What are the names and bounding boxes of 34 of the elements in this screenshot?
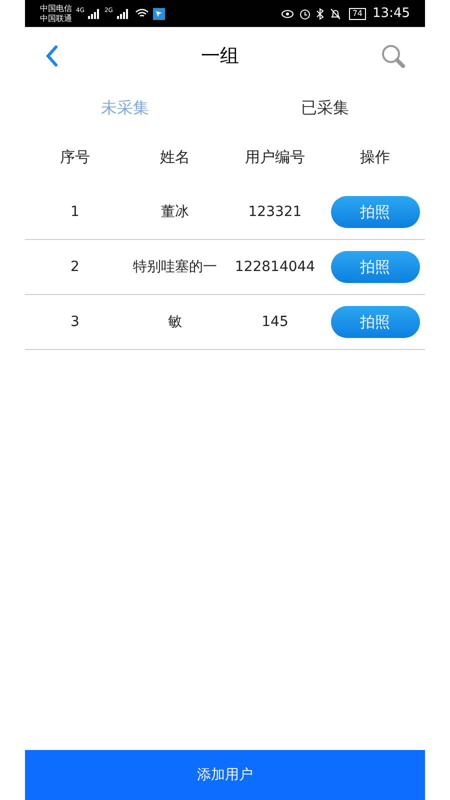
alarm-icon <box>299 8 312 20</box>
table-cell-text: 1 <box>70 202 80 222</box>
table-cell-text: 3 <box>70 312 80 332</box>
table-cell-text: 特别哇塞的一 <box>132 258 218 276</box>
carrier-label: 中国联通 <box>40 14 72 24</box>
wifi-icon <box>134 8 149 19</box>
back-icon[interactable] <box>45 45 59 67</box>
column-header: 操作 <box>359 147 391 168</box>
tab[interactable]: 未采集 <box>25 85 225 130</box>
column-header: 序号 <box>59 147 91 168</box>
photo-button[interactable]: 拍照 <box>330 196 420 228</box>
column-header: 用户编号 <box>244 147 306 168</box>
tab[interactable]: 已采集 <box>225 85 425 130</box>
clock-time: 13:45 <box>372 4 410 23</box>
bell-muted-icon <box>330 8 342 20</box>
table-cell-text: 敏 <box>167 312 183 332</box>
column-header: 姓名 <box>159 147 191 168</box>
carrier-label: 中国电信 <box>40 4 72 14</box>
photo-button[interactable]: 拍照 <box>330 251 420 283</box>
page-title: 一组 <box>201 44 239 69</box>
eye-icon <box>281 8 294 19</box>
battery-indicator: 74 <box>349 8 366 20</box>
signal-icon <box>116 8 129 18</box>
signal-icon <box>88 8 100 18</box>
table-cell-text: 董冰 <box>160 202 190 222</box>
table-cell-text: 123321 <box>247 202 303 222</box>
add-user-button[interactable]: 添加用户 <box>25 750 425 800</box>
app-icon <box>152 8 165 20</box>
table-cell-text: 2 <box>70 258 80 276</box>
table-cell-text: 145 <box>260 312 290 332</box>
photo-button[interactable]: 拍照 <box>330 306 420 338</box>
table-cell-text: 122814044 <box>234 258 316 276</box>
search-icon[interactable] <box>381 44 405 68</box>
bluetooth-icon <box>316 8 326 20</box>
